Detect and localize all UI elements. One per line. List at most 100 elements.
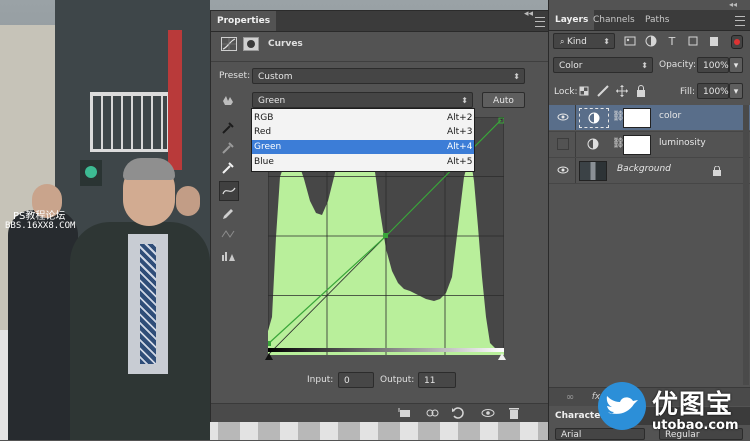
lock-all-icon[interactable] bbox=[632, 82, 650, 100]
layer-name[interactable]: Background bbox=[617, 164, 671, 174]
filter-adjustment-icon[interactable] bbox=[642, 32, 660, 50]
fill-value: 100% bbox=[703, 87, 729, 97]
panel-collapse-icon[interactable]: ◂◂ bbox=[524, 9, 533, 19]
filter-kind-select[interactable]: ⌕ Kind ⬍ bbox=[553, 33, 615, 49]
chevron-updown-icon: ⬍ bbox=[641, 61, 648, 70]
smooth-icon bbox=[219, 225, 237, 243]
row-divider bbox=[575, 105, 576, 130]
photo-railing bbox=[90, 92, 170, 152]
auto-button[interactable]: Auto bbox=[482, 92, 525, 108]
panel-menu-icon[interactable] bbox=[535, 17, 545, 27]
tab-properties[interactable]: Properties bbox=[211, 11, 277, 31]
output-label: Output: bbox=[380, 375, 415, 385]
opacity-value: 100% bbox=[703, 61, 729, 71]
trash-icon[interactable] bbox=[505, 404, 523, 422]
fill-dropdown-button[interactable]: ▾ bbox=[729, 83, 743, 99]
filter-toggle[interactable] bbox=[731, 35, 743, 49]
layers-scroll-track[interactable] bbox=[743, 105, 749, 385]
white-point-slider[interactable] bbox=[498, 353, 506, 360]
output-field[interactable]: 11 bbox=[418, 372, 456, 388]
layer-mask-icon[interactable] bbox=[243, 37, 259, 51]
photo-person-left bbox=[8, 210, 78, 440]
photo-banner bbox=[168, 30, 182, 170]
opacity-label: Opacity: bbox=[659, 60, 696, 70]
link-layers-icon[interactable]: ∞ bbox=[561, 388, 579, 406]
channel-option-rgb[interactable]: RGB Alt+2 bbox=[252, 111, 474, 125]
channel-dropdown-menu: RGB Alt+2 Red Alt+3 Green Alt+4 Blue Alt… bbox=[251, 108, 475, 172]
visibility-icon[interactable] bbox=[479, 404, 497, 422]
lock-icon bbox=[713, 166, 721, 176]
layers-collapse-icon[interactable]: ◂◂ bbox=[729, 0, 737, 9]
properties-panel: Properties ◂◂ Curves Preset: Custom ⬍ Gr… bbox=[210, 9, 550, 422]
input-gradient-bar bbox=[268, 348, 504, 352]
filter-kind-value: Kind bbox=[567, 37, 587, 47]
utobao-watermark: 优图宝 utobao.com bbox=[598, 380, 750, 440]
input-label: Input: bbox=[307, 375, 334, 385]
output-value: 11 bbox=[424, 376, 436, 386]
eye-icon[interactable] bbox=[557, 111, 569, 123]
photo-traffic-light bbox=[80, 160, 102, 186]
panel-title: Curves bbox=[268, 39, 303, 49]
layers-tabbar: Layers Channels Paths bbox=[549, 10, 750, 31]
layer-mask-thumbnail[interactable] bbox=[623, 108, 651, 128]
curve-point-mid bbox=[383, 233, 388, 238]
row-divider bbox=[575, 132, 576, 157]
curve-points-icon[interactable] bbox=[219, 181, 239, 201]
layer-row-background[interactable]: Background bbox=[549, 157, 750, 184]
eye-icon[interactable] bbox=[557, 164, 569, 176]
clipping-warning-icon[interactable] bbox=[219, 247, 237, 265]
black-point-slider[interactable] bbox=[265, 353, 273, 360]
background-thumbnail[interactable] bbox=[579, 161, 607, 181]
panel-menu-icon[interactable] bbox=[735, 16, 745, 26]
clip-to-layer-icon[interactable] bbox=[396, 404, 414, 422]
eyedropper-white-icon[interactable] bbox=[219, 159, 237, 177]
blend-mode-value: Color bbox=[559, 61, 583, 71]
channel-option-blue[interactable]: Blue Alt+5 bbox=[252, 155, 474, 169]
lock-image-icon[interactable] bbox=[594, 82, 612, 100]
channel-select[interactable]: Green ⬍ bbox=[252, 92, 473, 108]
filter-shape-icon[interactable] bbox=[684, 32, 702, 50]
channel-option-green[interactable]: Green Alt+4 bbox=[252, 140, 474, 154]
tab-channels[interactable]: Channels bbox=[587, 10, 641, 30]
layer-row-color[interactable]: ⛓ color bbox=[549, 105, 750, 130]
opacity-dropdown-button[interactable]: ▾ bbox=[729, 57, 743, 73]
watermark-line2: BBS.16XX8.COM bbox=[5, 221, 76, 231]
photo-person-main-hair bbox=[123, 158, 175, 180]
eyedropper-gray-icon[interactable] bbox=[219, 139, 237, 157]
channel-value: Green bbox=[258, 96, 286, 106]
fill-field[interactable]: 100% bbox=[697, 83, 729, 99]
chevron-updown-icon: ⬍ bbox=[603, 37, 610, 46]
photo-person-main-tie bbox=[140, 244, 156, 364]
view-previous-icon[interactable] bbox=[423, 404, 441, 422]
lock-transparent-icon[interactable] bbox=[575, 82, 593, 100]
opacity-field[interactable]: 100% bbox=[697, 57, 729, 73]
properties-footer bbox=[211, 403, 549, 422]
bird-logo-icon bbox=[598, 382, 646, 430]
channel-option-red[interactable]: Red Alt+3 bbox=[252, 125, 474, 139]
preset-select[interactable]: Custom ⬍ bbox=[252, 68, 525, 84]
layer-name[interactable]: color bbox=[659, 111, 681, 121]
layer-row-luminosity[interactable]: ⛓ luminosity bbox=[549, 131, 750, 157]
hidden-eye-placeholder[interactable] bbox=[557, 138, 569, 150]
photo-person-back bbox=[176, 186, 200, 216]
lock-position-icon[interactable] bbox=[613, 82, 631, 100]
fill-label: Fill: bbox=[680, 87, 696, 97]
eyedropper-black-icon[interactable] bbox=[219, 119, 237, 137]
curves-adjustment-icon bbox=[221, 37, 237, 51]
filter-smart-object-icon[interactable] bbox=[705, 32, 723, 50]
layers-panel: Layers Channels Paths ◂◂ ⌕ Kind ⬍ T Colo… bbox=[548, 0, 750, 440]
watermark-line1: PS教程论坛 bbox=[13, 211, 66, 222]
reset-icon[interactable] bbox=[449, 404, 467, 422]
tab-paths[interactable]: Paths bbox=[639, 10, 675, 30]
on-image-adjust-icon[interactable] bbox=[219, 91, 237, 109]
blend-mode-select[interactable]: Color ⬍ bbox=[553, 57, 653, 73]
filter-pixel-icon[interactable] bbox=[621, 32, 639, 50]
pencil-icon[interactable] bbox=[219, 205, 237, 223]
adjustment-layer-icon bbox=[579, 108, 609, 128]
layer-mask-thumbnail[interactable] bbox=[623, 135, 651, 155]
layer-name[interactable]: luminosity bbox=[659, 138, 706, 148]
filter-type-icon[interactable]: T bbox=[663, 32, 681, 50]
adjustment-layer-icon bbox=[579, 135, 609, 155]
input-field[interactable]: 0 bbox=[338, 372, 374, 388]
header-divider bbox=[211, 61, 549, 62]
